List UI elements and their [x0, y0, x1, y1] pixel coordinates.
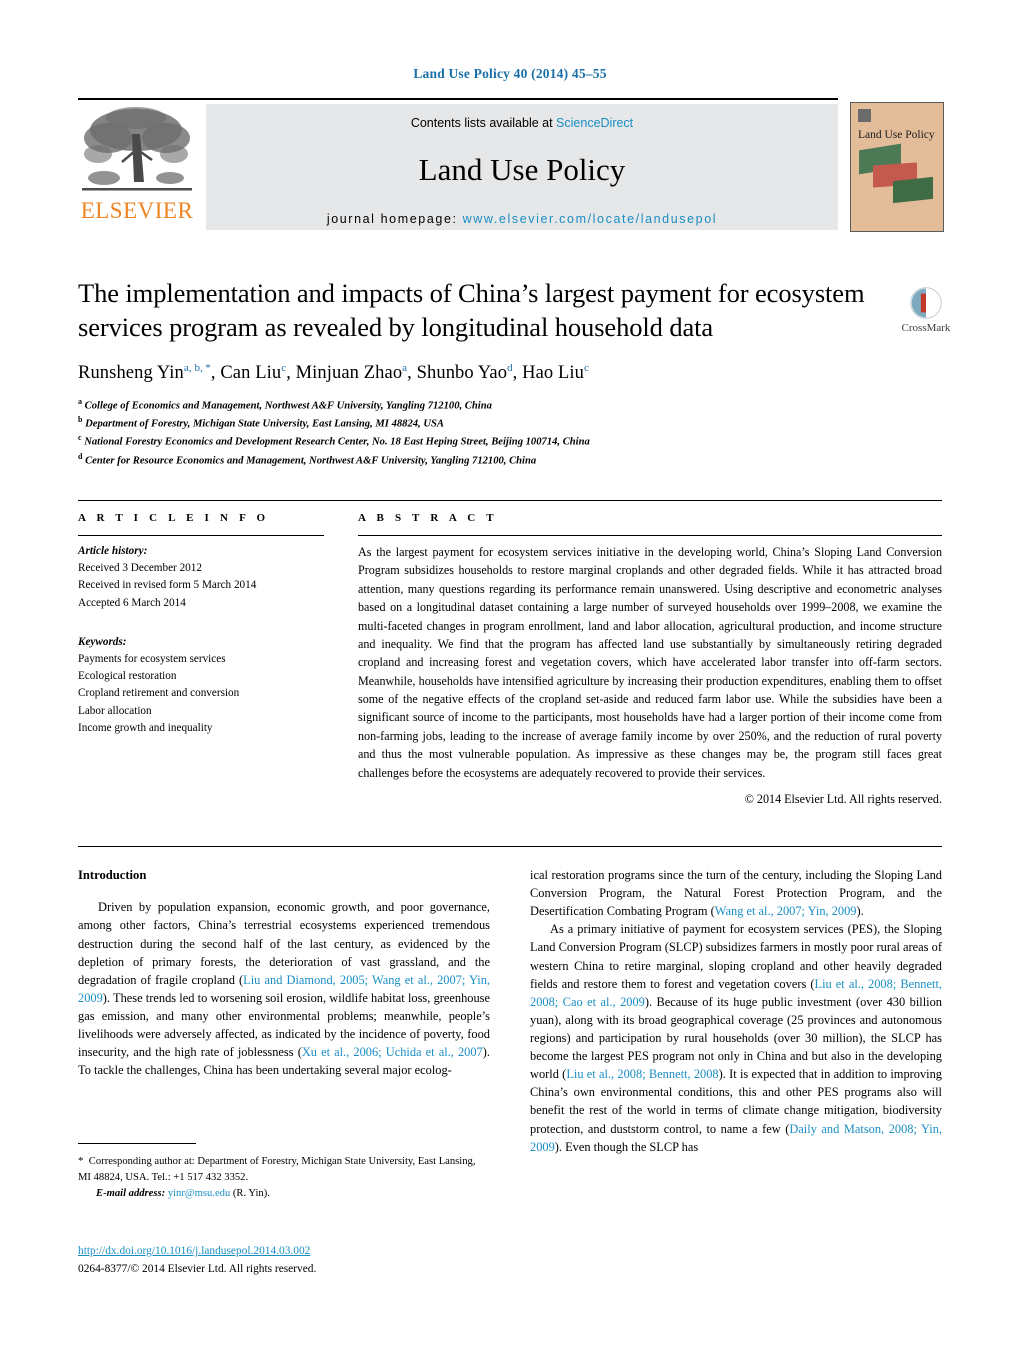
affiliation-marker: a: [78, 397, 82, 407]
affiliation-list: a College of Economics and Management, N…: [78, 396, 868, 469]
contents-available-line: Contents lists available at ScienceDirec…: [206, 104, 838, 130]
email-link[interactable]: yinr@msu.edu: [168, 1188, 230, 1199]
masthead-top-rule: [78, 98, 838, 100]
cover-publisher-mark-icon: [858, 109, 871, 122]
sciencedirect-link[interactable]: ScienceDirect: [556, 116, 633, 130]
crossmark-icon: [910, 287, 942, 319]
body-paragraph: Driven by population expansion, economic…: [78, 900, 490, 1078]
homepage-url-link[interactable]: www.elsevier.com/locate/landusepol: [463, 212, 718, 226]
footnote-rule: [78, 1143, 196, 1144]
cover-inner: Land Use Policy: [857, 108, 937, 226]
corresponding-author-note: * Corresponding author at: Department of…: [78, 1155, 476, 1183]
affiliation-marker: c: [78, 433, 82, 443]
title-block: The implementation and impacts of China’…: [78, 276, 868, 469]
article-info-divider: [78, 535, 324, 536]
elsevier-wordmark: ELSEVIER: [80, 198, 194, 223]
doi-link[interactable]: http://dx.doi.org/10.1016/j.landusepol.2…: [78, 1245, 310, 1257]
keyword-item: Labor allocation: [78, 704, 152, 717]
abstract-heading: A B S T R A C T: [358, 512, 498, 524]
page-title: The implementation and impacts of China’…: [78, 278, 865, 343]
article-info-column: A R T I C L E I N F O Article history: R…: [78, 512, 324, 737]
abstract-divider: [358, 535, 942, 536]
affiliation-marker: d: [78, 451, 83, 461]
affiliation-text: Center for Resource Economics and Manage…: [85, 455, 537, 467]
affiliation-item: c National Forestry Economics and Develo…: [78, 432, 868, 450]
crossmark-badge[interactable]: CrossMark: [884, 286, 968, 334]
affiliation-text: Department of Forestry, Michigan State U…: [85, 418, 444, 430]
journal-cover-thumbnail: Land Use Policy: [850, 102, 944, 232]
abstract-rights: © 2014 Elsevier Ltd. All rights reserved…: [744, 791, 942, 806]
footnote-block: * Corresponding author at: Department of…: [78, 1143, 490, 1202]
email-note: E-mail address: yinr@msu.edu (R. Yin).: [78, 1186, 490, 1202]
issn-rights-line: 0264-8377/© 2014 Elsevier Ltd. All right…: [78, 1262, 317, 1275]
cover-art-shape-green-bottom: [893, 176, 933, 204]
affiliation-item: b Department of Forestry, Michigan State…: [78, 414, 868, 432]
keyword-item: Cropland retirement and conversion: [78, 687, 240, 700]
cover-artwork: [857, 143, 937, 207]
cover-title: Land Use Policy: [858, 129, 935, 141]
body-paragraph: ical restoration programs since the turn…: [530, 868, 942, 919]
keyword-item: Ecological restoration: [78, 670, 177, 683]
affiliation-item: a College of Economics and Management, N…: [78, 396, 868, 414]
info-top-rule: [78, 500, 942, 501]
contents-prefix: Contents lists available at: [410, 116, 557, 130]
affiliation-text: National Forestry Economics and Developm…: [84, 436, 590, 448]
section-heading-introduction: Introduction: [78, 868, 147, 882]
body-column-left: Introduction Driven by population expans…: [78, 866, 490, 1079]
homepage-prefix: journal homepage:: [326, 212, 463, 226]
journal-homepage-line: journal homepage: www.elsevier.com/locat…: [206, 212, 838, 226]
journal-title: Land Use Policy: [418, 152, 626, 187]
affiliation-item: d Center for Resource Economics and Mana…: [78, 451, 868, 469]
body-paragraph: As a primary initiative of payment for e…: [530, 922, 943, 1154]
author-list: Runsheng Yina, b, *, Can Liuc, Minjuan Z…: [78, 361, 589, 384]
affiliation-text: College of Economics and Management, Nor…: [84, 400, 492, 412]
paper-page: Land Use Policy 40 (2014) 45–55 ELSEVIER…: [0, 0, 1020, 1351]
keyword-item: Income growth and inequality: [78, 722, 213, 735]
keyword-item: Payments for ecosystem services: [78, 652, 226, 665]
journal-info-panel: Contents lists available at ScienceDirec…: [206, 104, 838, 230]
article-history-item: Received 3 December 2012: [78, 561, 202, 574]
keywords-label: Keywords:: [78, 635, 127, 648]
abstract-column: A B S T R A C T As the largest payment f…: [358, 512, 942, 807]
article-info-spacer: [78, 612, 324, 634]
article-history-item: Received in revised form 5 March 2014: [78, 579, 257, 592]
abstract-bottom-rule: [78, 846, 942, 847]
elsevier-tree-icon: [82, 107, 192, 191]
elsevier-logo: ELSEVIER: [78, 104, 200, 230]
footer-doi-block: http://dx.doi.org/10.1016/j.landusepol.2…: [78, 1243, 538, 1278]
article-info-heading: A R T I C L E I N F O: [78, 512, 270, 524]
body-column-right: ical restoration programs since the turn…: [530, 866, 942, 1156]
crossmark-label: CrossMark: [901, 322, 951, 334]
abstract-text: As the largest payment for ecosystem ser…: [358, 545, 942, 780]
affiliation-marker: b: [78, 415, 83, 425]
email-suffix: (R. Yin).: [232, 1187, 270, 1199]
email-label: E-mail address:: [96, 1187, 166, 1199]
running-head: Land Use Policy 40 (2014) 45–55: [413, 66, 607, 81]
journal-masthead: ELSEVIER Contents lists available at Sci…: [78, 98, 944, 234]
article-history-item: Accepted 6 March 2014: [78, 596, 186, 609]
article-history-label: Article history:: [78, 545, 148, 557]
